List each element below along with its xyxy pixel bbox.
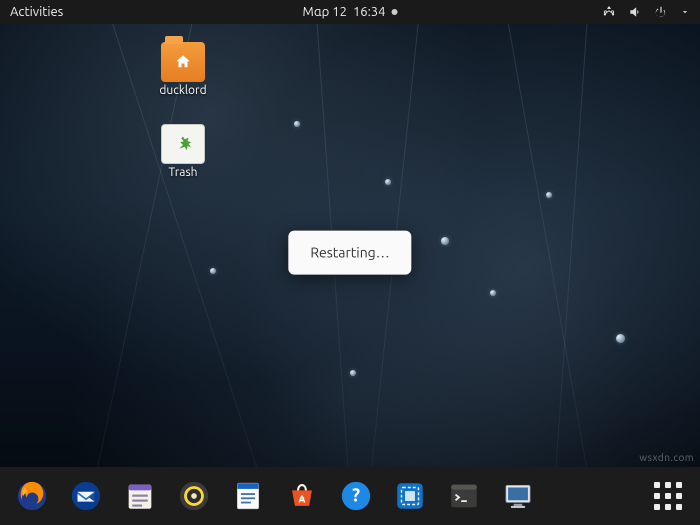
wallpaper-decoration xyxy=(210,268,216,274)
svg-text:A: A xyxy=(299,493,306,504)
grid-dot-icon xyxy=(676,482,682,488)
help-icon: ? xyxy=(339,479,373,513)
grid-dot-icon xyxy=(665,493,671,499)
dock-item-software[interactable]: A xyxy=(280,474,324,518)
chevron-down-icon xyxy=(680,7,690,17)
grid-dot-icon xyxy=(676,504,682,510)
wallpaper-decoration xyxy=(385,179,391,185)
software-icon: A xyxy=(285,479,319,513)
grid-dot-icon xyxy=(665,482,671,488)
desktop-icon-trash[interactable]: Trash xyxy=(148,124,218,179)
wallpaper-decoration xyxy=(441,237,449,245)
desktop-icon-label: Trash xyxy=(168,166,197,179)
svg-text:?: ? xyxy=(352,486,360,506)
clock-time: 16:34 xyxy=(353,5,386,19)
home-folder-icon xyxy=(161,42,205,82)
clock-date: Μαρ 12 xyxy=(303,5,347,19)
dock-item-help[interactable]: ? xyxy=(334,474,378,518)
desktop-wallpaper[interactable]: ducklord Trash Restarting… xyxy=(0,24,700,467)
remote-desktop-icon xyxy=(501,479,535,513)
grid-dot-icon xyxy=(654,504,660,510)
rhythmbox-icon xyxy=(177,479,211,513)
network-icon xyxy=(602,5,616,19)
dock-item-screenshot[interactable] xyxy=(388,474,432,518)
dock-item-thunderbird[interactable] xyxy=(64,474,108,518)
dock: A ? xyxy=(0,467,700,525)
desktop-icon-label: ducklord xyxy=(159,84,206,97)
dialog-message: Restarting… xyxy=(310,244,389,260)
show-applications-button[interactable] xyxy=(646,474,690,518)
dock-item-firefox[interactable] xyxy=(10,474,54,518)
screenshot-icon xyxy=(393,479,427,513)
thunderbird-icon xyxy=(69,479,103,513)
writer-icon xyxy=(231,479,265,513)
notification-dot-icon xyxy=(391,9,397,15)
dock-item-terminal[interactable] xyxy=(442,474,486,518)
grid-dot-icon xyxy=(654,493,660,499)
grid-dot-icon xyxy=(654,482,660,488)
wallpaper-decoration xyxy=(294,121,300,127)
wallpaper-decoration xyxy=(350,370,356,376)
dock-item-rhythmbox[interactable] xyxy=(172,474,216,518)
restart-dialog: Restarting… xyxy=(288,230,411,274)
power-icon xyxy=(654,5,668,19)
system-status-area[interactable] xyxy=(602,5,690,19)
trash-icon xyxy=(161,124,205,164)
wallpaper-decoration xyxy=(490,290,496,296)
watermark-text: wsxdn.com xyxy=(639,452,694,463)
wallpaper-decoration xyxy=(504,24,593,467)
files-icon xyxy=(123,479,157,513)
activities-button[interactable]: Activities xyxy=(10,5,63,19)
dock-item-writer[interactable] xyxy=(226,474,270,518)
dock-item-remote[interactable] xyxy=(496,474,540,518)
wallpaper-decoration xyxy=(552,24,589,467)
dock-item-files[interactable] xyxy=(118,474,162,518)
clock-area[interactable]: Μαρ 12 16:34 xyxy=(303,5,398,19)
wallpaper-decoration xyxy=(546,192,552,198)
grid-dot-icon xyxy=(665,504,671,510)
wallpaper-decoration xyxy=(616,334,625,343)
volume-icon xyxy=(628,5,642,19)
terminal-icon xyxy=(447,479,481,513)
firefox-icon xyxy=(15,479,49,513)
top-bar: Activities Μαρ 12 16:34 xyxy=(0,0,700,24)
grid-dot-icon xyxy=(676,493,682,499)
desktop-icon-home[interactable]: ducklord xyxy=(148,42,218,97)
